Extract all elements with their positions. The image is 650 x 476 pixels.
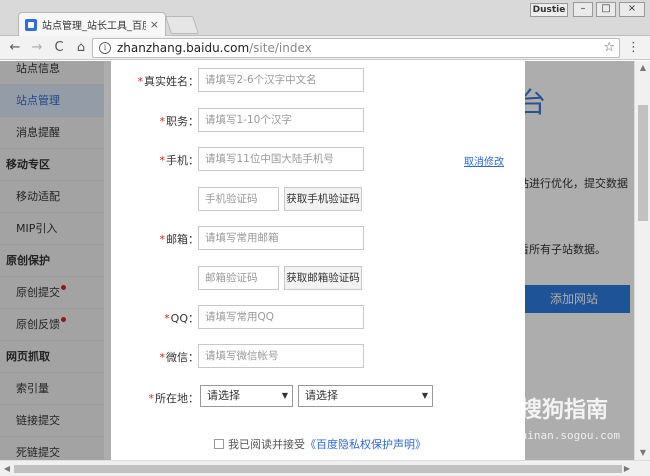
scroll-down-icon[interactable]: ▼	[635, 446, 650, 460]
profile-form-dialog: *真实姓名： 请填写2-6个汉字中文名 *职务： 请填写1-10个汉字 *手机：…	[111, 61, 525, 476]
vertical-scroll-thumb[interactable]	[638, 105, 648, 221]
close-window-icon[interactable]: ×	[619, 2, 645, 17]
browser-menu-icon[interactable]: ⋮	[627, 40, 640, 55]
browser-tab[interactable]: 站点管理_站长工具_百度 ×	[18, 12, 166, 36]
phone-input[interactable]: 请填写11位中国大陆手机号	[198, 147, 364, 171]
get-phone-code-button[interactable]: 获取手机验证码	[284, 187, 362, 211]
vertical-scrollbar[interactable]: ▲ ▼	[634, 61, 650, 460]
info-icon[interactable]: i	[99, 42, 111, 54]
sogou-logo-icon	[478, 389, 514, 425]
bookmark-star-icon[interactable]: ☆	[603, 40, 615, 55]
title-label: *职务：	[159, 115, 200, 128]
horizontal-scroll-thumb[interactable]	[14, 465, 622, 473]
watermark-url: zhinan.sogou.com	[514, 429, 620, 442]
dropdown-arrow-icon: ▼	[421, 391, 428, 400]
wechat-input[interactable]: 请填写微信帐号	[198, 344, 364, 368]
phone-code-input[interactable]: 手机验证码	[198, 187, 279, 211]
scroll-left-icon[interactable]: ◀	[0, 461, 14, 476]
wechat-label: *微信：	[159, 351, 200, 364]
horizontal-scrollbar[interactable]: ◀ ▶	[0, 460, 650, 476]
back-icon[interactable]: ←	[6, 39, 24, 57]
agreement-row: 我已阅读并接受 《百度隐私权保护声明》	[214, 436, 426, 452]
location-label: *所在地：	[148, 392, 200, 405]
reload-icon[interactable]: C	[50, 39, 68, 57]
privacy-policy-link[interactable]: 《百度隐私权保护声明》	[305, 436, 426, 452]
qq-input[interactable]: 请填写常用QQ	[198, 305, 364, 329]
agree-checkbox[interactable]	[214, 439, 224, 449]
title-bar: 站点管理_站长工具_百度 × Dustie – □ ×	[0, 0, 650, 36]
email-code-input[interactable]: 邮箱验证码	[198, 266, 279, 290]
browser-toolbar: ← → C ⌂ i zhanzhang.baidu.com /site/inde…	[0, 36, 650, 60]
real-name-input[interactable]: 请填写2-6个汉字中文名	[198, 68, 364, 92]
email-label: *邮箱：	[159, 233, 200, 246]
user-badge[interactable]: Dustie	[530, 3, 568, 17]
forward-icon[interactable]: →	[28, 39, 46, 57]
job-title-input[interactable]: 请填写1-10个汉字	[198, 108, 364, 132]
maximize-icon[interactable]: □	[596, 2, 616, 17]
city-select[interactable]: 请选择 ▼	[298, 385, 433, 407]
qq-label: *QQ：	[164, 312, 199, 325]
dropdown-arrow-icon: ▼	[281, 391, 288, 400]
url-host: zhanzhang.baidu.com	[117, 41, 250, 55]
province-select[interactable]: 请选择 ▼	[200, 385, 293, 407]
tab-title: 站点管理_站长工具_百度	[42, 21, 146, 32]
name-label: *真实姓名：	[137, 75, 200, 88]
scroll-right-icon[interactable]: ▶	[620, 461, 634, 476]
home-icon[interactable]: ⌂	[72, 39, 90, 57]
sogou-watermark: 搜狗指南 zhinan.sogou.com	[478, 389, 628, 449]
get-email-code-button[interactable]: 获取邮箱验证码	[284, 266, 362, 290]
watermark-text: 搜狗指南	[520, 398, 609, 423]
page-viewport: 站点信息 站点管理 消息提醒 移动专区 移动适配 MIP引入 原创保护 原创提交…	[0, 61, 650, 476]
cancel-edit-link[interactable]: 取消修改	[464, 153, 504, 168]
phone-label: *手机：	[159, 154, 200, 167]
paw-favicon-icon	[25, 18, 37, 31]
email-input[interactable]: 请填写常用邮箱	[198, 226, 364, 250]
address-bar[interactable]: i zhanzhang.baidu.com /site/index ☆	[92, 38, 620, 58]
tab-close-icon[interactable]: ×	[150, 18, 159, 31]
minimize-icon[interactable]: –	[573, 2, 593, 17]
agree-text: 我已阅读并接受	[228, 438, 305, 451]
scroll-up-icon[interactable]: ▲	[635, 61, 650, 75]
new-tab-button[interactable]	[165, 16, 199, 34]
url-path: /site/index	[249, 41, 312, 55]
